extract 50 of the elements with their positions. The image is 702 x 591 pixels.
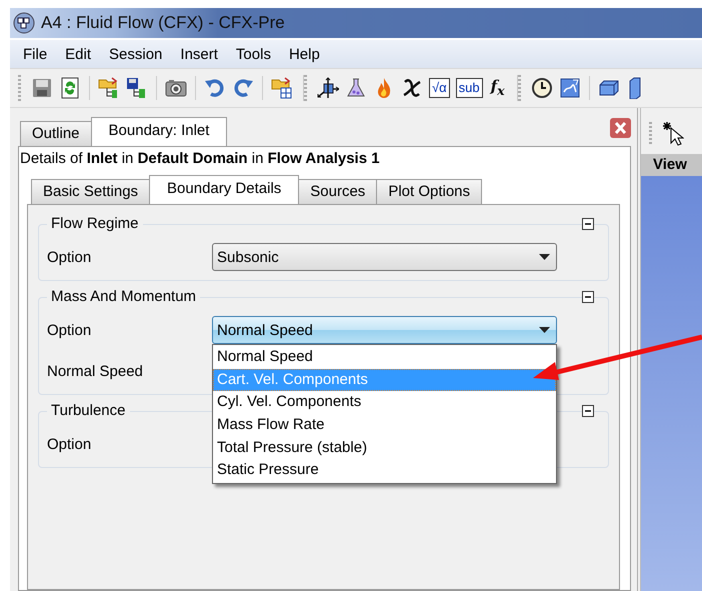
pointer-icon[interactable] [662, 122, 684, 146]
collapse-icon[interactable] [582, 291, 594, 303]
field-label: Option [47, 436, 92, 452]
undo-icon[interactable] [204, 77, 226, 99]
field-label: Normal Speed [47, 362, 144, 380]
toolbar-button[interactable]: f$_{x}$ [488, 76, 507, 100]
caret-icon [539, 254, 550, 260]
menu-item[interactable]: Help [280, 46, 329, 62]
collapse-icon[interactable] [582, 218, 594, 230]
dropdown-option[interactable]: Total Pressure (stable) [213, 436, 556, 460]
app-icon[interactable] [13, 12, 35, 34]
menu-item[interactable]: Edit [56, 46, 100, 62]
window-title: A4 : Fluid Flow (CFX) - CFX-Pre [41, 13, 285, 33]
close-icon[interactable] [610, 118, 631, 138]
option-dropdown[interactable]: Subsonic [212, 243, 557, 271]
tab[interactable]: Plot Options [376, 179, 482, 204]
refresh-icon[interactable] [59, 77, 81, 99]
axes-box-icon[interactable] [317, 77, 339, 99]
menu-item[interactable]: Insert [171, 46, 227, 62]
menu-item[interactable]: File [14, 46, 56, 62]
caret-icon [539, 327, 550, 333]
group-title: Flow Regime [47, 215, 143, 233]
toolbar-button[interactable]: √α [429, 78, 450, 98]
save-icon[interactable] [31, 77, 53, 99]
toolbar-button[interactable]: sub [456, 78, 483, 98]
field-label: Option [47, 248, 92, 266]
collapse-icon[interactable] [582, 405, 594, 417]
folder-tree-icon[interactable] [98, 77, 120, 99]
tab[interactable]: Sources [298, 179, 378, 204]
viewer-header: View [653, 155, 687, 175]
picture-frame-icon[interactable] [558, 77, 581, 99]
curve-icon[interactable] [401, 77, 423, 99]
folder-import-icon[interactable] [271, 77, 293, 99]
dropdown-option[interactable]: Static Pressure [213, 459, 556, 482]
redo-icon[interactable] [232, 77, 254, 99]
dropdown-option[interactable]: Mass Flow Rate [213, 414, 556, 437]
tab[interactable]: Basic Settings [31, 179, 150, 204]
details-text: Details of Inlet in Default Domain in Flow Analysis 1 [19, 149, 381, 169]
dropdown-option[interactable]: Normal Speed [213, 346, 556, 369]
option-dropdown[interactable]: Normal Speed [212, 316, 557, 344]
dropdown-option[interactable]: Cyl. Vel. Components [213, 391, 556, 414]
clock-icon[interactable] [530, 77, 553, 99]
tab[interactable]: Outline [20, 121, 92, 146]
camera-icon[interactable] [165, 77, 187, 99]
field-label: Option [47, 322, 92, 338]
save-tree-icon[interactable] [126, 77, 148, 99]
tab[interactable]: Boundary: Inlet [90, 117, 228, 146]
menu-item[interactable]: Session [100, 46, 172, 62]
flask-icon[interactable] [345, 77, 367, 99]
menu-item[interactable]: Tools [226, 46, 280, 62]
